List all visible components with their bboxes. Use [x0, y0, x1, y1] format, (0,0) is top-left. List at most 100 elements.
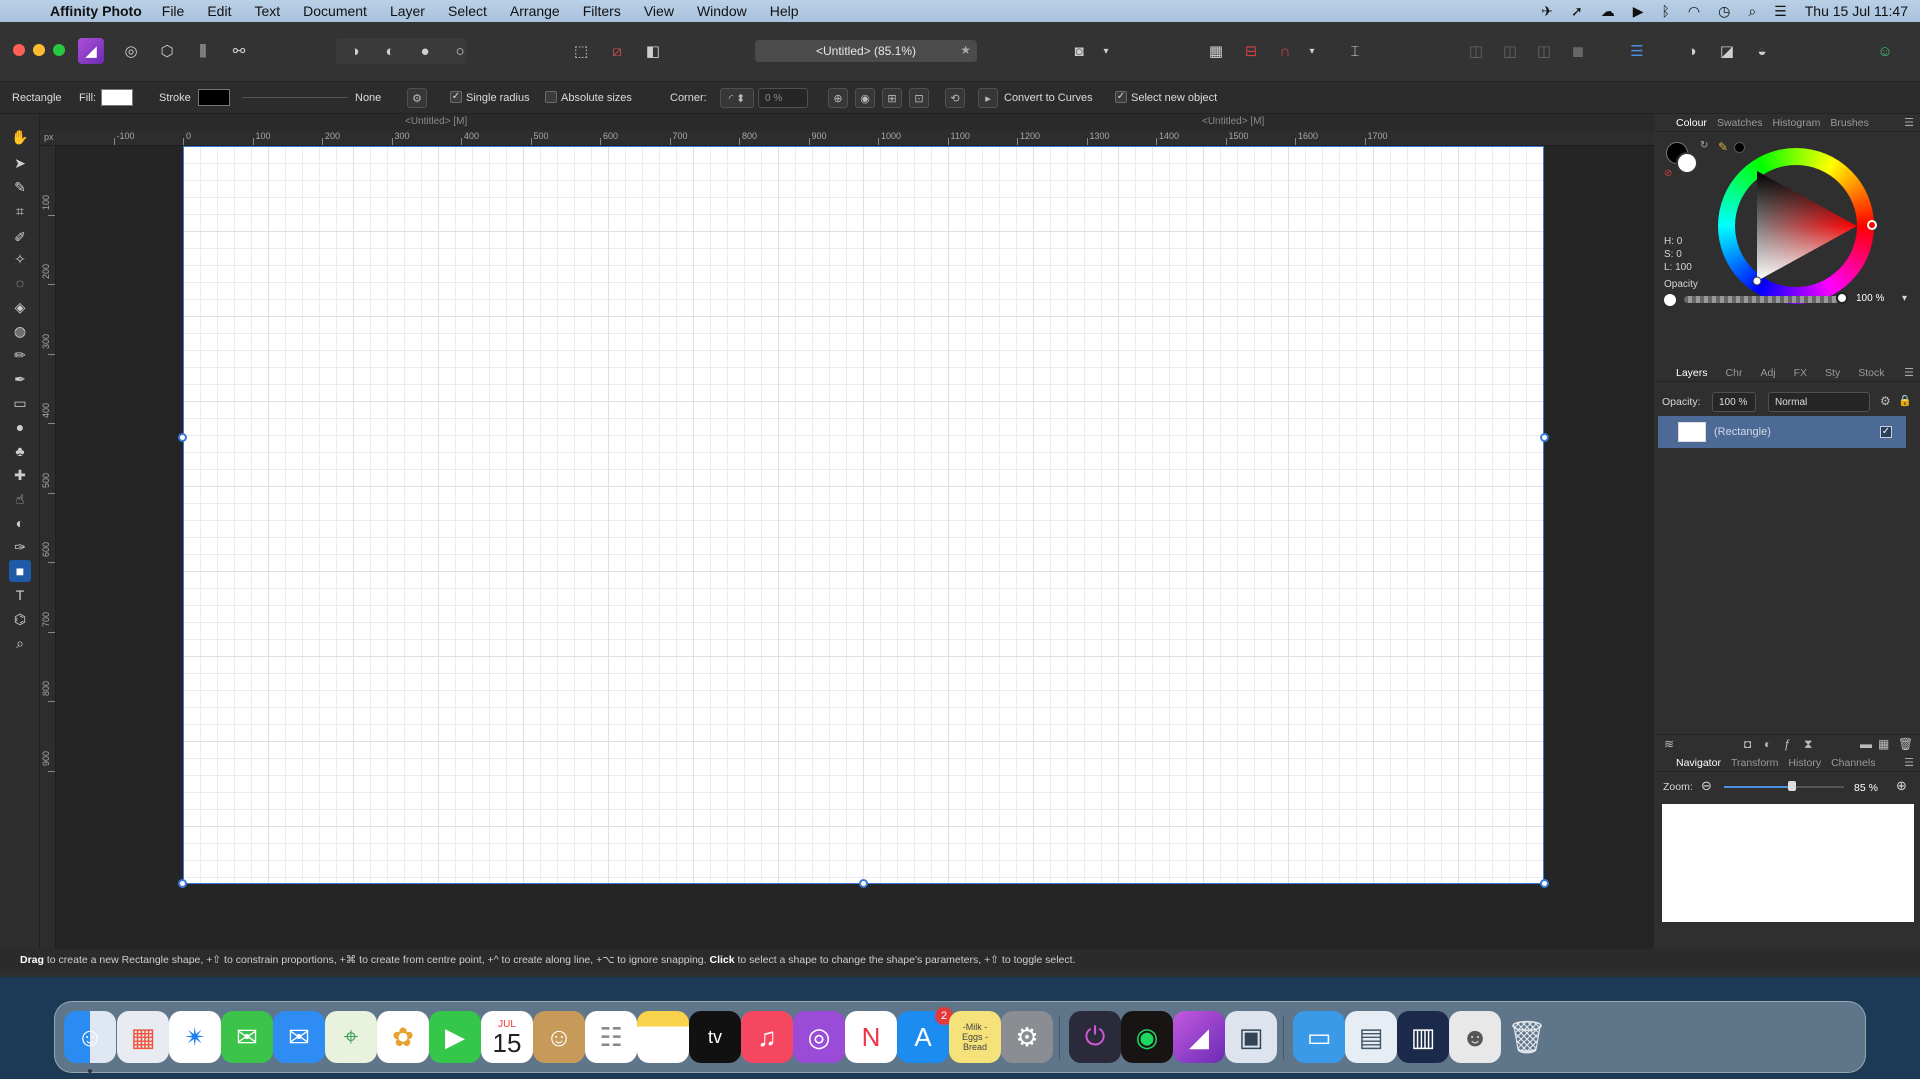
select-new-object-checkbox[interactable]: ✓: [1115, 91, 1127, 103]
lock-icon[interactable]: 🔒: [1898, 394, 1912, 407]
delete-layer-icon[interactable]: 🗑: [1898, 737, 1913, 751]
maps-icon[interactable]: ⌖: [325, 1011, 377, 1063]
star-icon[interactable]: ★: [960, 43, 971, 57]
gradient-tool-icon[interactable]: ◍: [9, 320, 31, 342]
move-tool-icon[interactable]: ➤: [9, 152, 31, 174]
launchpad-icon[interactable]: ▦: [117, 1011, 169, 1063]
wifi-icon[interactable]: ◠: [1688, 3, 1700, 20]
downloads-folder-icon[interactable]: ▭: [1293, 1011, 1345, 1063]
airplane-icon[interactable]: ✈: [1541, 3, 1553, 20]
notes-icon[interactable]: [637, 1011, 689, 1063]
podcasts-icon[interactable]: ◎: [793, 1011, 845, 1063]
arrange-backward-icon[interactable]: ◫: [1497, 38, 1523, 64]
arrange-back-icon[interactable]: ◫: [1463, 38, 1489, 64]
trash-icon[interactable]: 🗑: [1501, 1011, 1553, 1063]
opacity-slider[interactable]: [1684, 296, 1840, 303]
screenshot-stack-icon[interactable]: ▤: [1345, 1011, 1397, 1063]
menu-filters[interactable]: Filters: [583, 3, 621, 19]
smudge-brush-tool-icon[interactable]: ☝: [9, 488, 31, 510]
tab-layers[interactable]: Layers: [1676, 367, 1708, 379]
flood-fill-tool-icon[interactable]: ◈: [9, 296, 31, 318]
pen-tool-icon[interactable]: ✑: [9, 536, 31, 558]
picked-colour-swatch[interactable]: [1734, 142, 1745, 153]
document-tab-right[interactable]: <Untitled> [M]: [1202, 116, 1264, 127]
app-store-icon[interactable]: A 2: [897, 1007, 953, 1063]
horizontal-ruler[interactable]: px -100 0 100 200 300 400 500 600 700 800 900 1000 1…: [40, 130, 1654, 146]
levels-icon[interactable]: ◑: [342, 38, 368, 64]
apple-tv-icon[interactable]: tv: [689, 1011, 741, 1063]
tab-navigator[interactable]: Navigator: [1676, 757, 1721, 769]
layer-visibility-checkbox[interactable]: ✓: [1880, 426, 1892, 438]
gear-icon[interactable]: ⚙: [407, 88, 427, 108]
colour-picker-icon[interactable]: ✎: [1718, 140, 1728, 154]
handle-bottom-left[interactable]: [178, 879, 187, 888]
develop-persona-icon[interactable]: ⬡: [154, 38, 180, 64]
menu-file[interactable]: File: [162, 3, 185, 19]
stickies-icon[interactable]: -Milk -Eggs -Bread: [949, 1011, 1001, 1063]
power-app-icon[interactable]: ⏻: [1069, 1011, 1121, 1063]
tab-adj[interactable]: Adj: [1760, 367, 1775, 379]
rotate-icon[interactable]: ⊡: [909, 88, 929, 108]
spotify-icon[interactable]: ◉: [1121, 1011, 1173, 1063]
layer-settings-gear-icon[interactable]: ⚙: [1880, 394, 1891, 408]
show-transform-icon[interactable]: ◉: [855, 88, 875, 108]
handle-left-middle[interactable]: [178, 433, 187, 442]
news-icon[interactable]: N: [845, 1011, 897, 1063]
snapping-toggle-icon[interactable]: ⊟: [1238, 38, 1264, 64]
snapping-options-chevron-icon[interactable]: ▾: [1299, 38, 1325, 64]
control-center-icon[interactable]: ☰: [1774, 3, 1787, 20]
white-balance-icon[interactable]: ○: [447, 38, 473, 64]
crop-tool-icon[interactable]: ⌗: [9, 200, 31, 222]
colour-balance-icon[interactable]: ●: [412, 38, 438, 64]
menu-document[interactable]: Document: [303, 3, 367, 19]
color-picker-tool-icon[interactable]: ✎: [9, 176, 31, 198]
quick-mask-icon[interactable]: ◙: [1066, 38, 1092, 64]
liquify-persona-icon[interactable]: ◎: [118, 38, 144, 64]
desktop-stack-icon[interactable]: ▥: [1397, 1011, 1449, 1063]
fx-icon[interactable]: ƒ: [1784, 737, 1791, 751]
handle-right-middle[interactable]: [1540, 433, 1549, 442]
layer-row[interactable]: (Rectangle) ✓: [1658, 416, 1906, 448]
view-tool-hand-icon[interactable]: ✋: [9, 126, 31, 148]
invert-selection-icon[interactable]: ◧: [640, 38, 666, 64]
finder-icon[interactable]: ☺: [64, 1011, 116, 1063]
zoom-slider-handle[interactable]: [1788, 781, 1796, 791]
live-filter-icon[interactable]: ⧗: [1804, 737, 1812, 752]
layer-opacity-field[interactable]: 100 %: [1712, 392, 1756, 412]
photo-stack-icon[interactable]: ☻: [1449, 1011, 1501, 1063]
blend-mode-select[interactable]: Normal: [1768, 392, 1870, 412]
safari-icon[interactable]: ✴: [169, 1011, 221, 1063]
document-tab-left[interactable]: <Untitled> [M]: [405, 116, 467, 127]
menu-text[interactable]: Text: [254, 3, 280, 19]
export-persona-icon[interactable]: ⚯: [226, 38, 252, 64]
stroke-swatch[interactable]: [198, 89, 230, 106]
menubar-clock[interactable]: Thu 15 Jul 11:47: [1805, 3, 1908, 19]
creative-cloud-icon[interactable]: ☁: [1601, 3, 1615, 20]
menu-edit[interactable]: Edit: [207, 3, 231, 19]
rectangle-tool-icon[interactable]: ■: [9, 560, 31, 582]
menu-help[interactable]: Help: [770, 3, 799, 19]
zoom-out-icon[interactable]: ⊖: [1701, 778, 1712, 794]
paint-brush-tool-icon[interactable]: ✏: [9, 344, 31, 366]
music-icon[interactable]: ♫: [741, 1011, 793, 1063]
red-eye-tool-icon[interactable]: ◐: [9, 512, 31, 534]
opacity-dropdown-icon[interactable]: ▾: [1902, 293, 1907, 304]
flood-select-tool-icon[interactable]: ✧: [9, 248, 31, 270]
tab-channels[interactable]: Channels: [1831, 757, 1875, 769]
marquee-select-icon[interactable]: ⬚: [568, 38, 594, 64]
zoom-in-icon[interactable]: ⊕: [1896, 778, 1907, 794]
layer-stack-icon[interactable]: ≋: [1664, 737, 1674, 751]
tab-brushes[interactable]: Brushes: [1830, 117, 1869, 129]
time-machine-icon[interactable]: ◷: [1718, 3, 1730, 20]
canvas-area[interactable]: [56, 146, 1654, 949]
preview-icon[interactable]: ▣: [1225, 1011, 1277, 1063]
menu-view[interactable]: View: [644, 3, 674, 19]
account-icon[interactable]: ☺: [1872, 38, 1898, 64]
menu-window[interactable]: Window: [697, 3, 747, 19]
blur-brush-tool-icon[interactable]: ●: [9, 416, 31, 438]
zoom-window-button[interactable]: [53, 44, 65, 56]
absolute-sizes-checkbox[interactable]: [545, 91, 557, 103]
rectangle-selection[interactable]: [183, 146, 1544, 884]
colour-triangle[interactable]: [1735, 165, 1857, 287]
zoom-tool-icon[interactable]: ⌕: [9, 632, 31, 654]
